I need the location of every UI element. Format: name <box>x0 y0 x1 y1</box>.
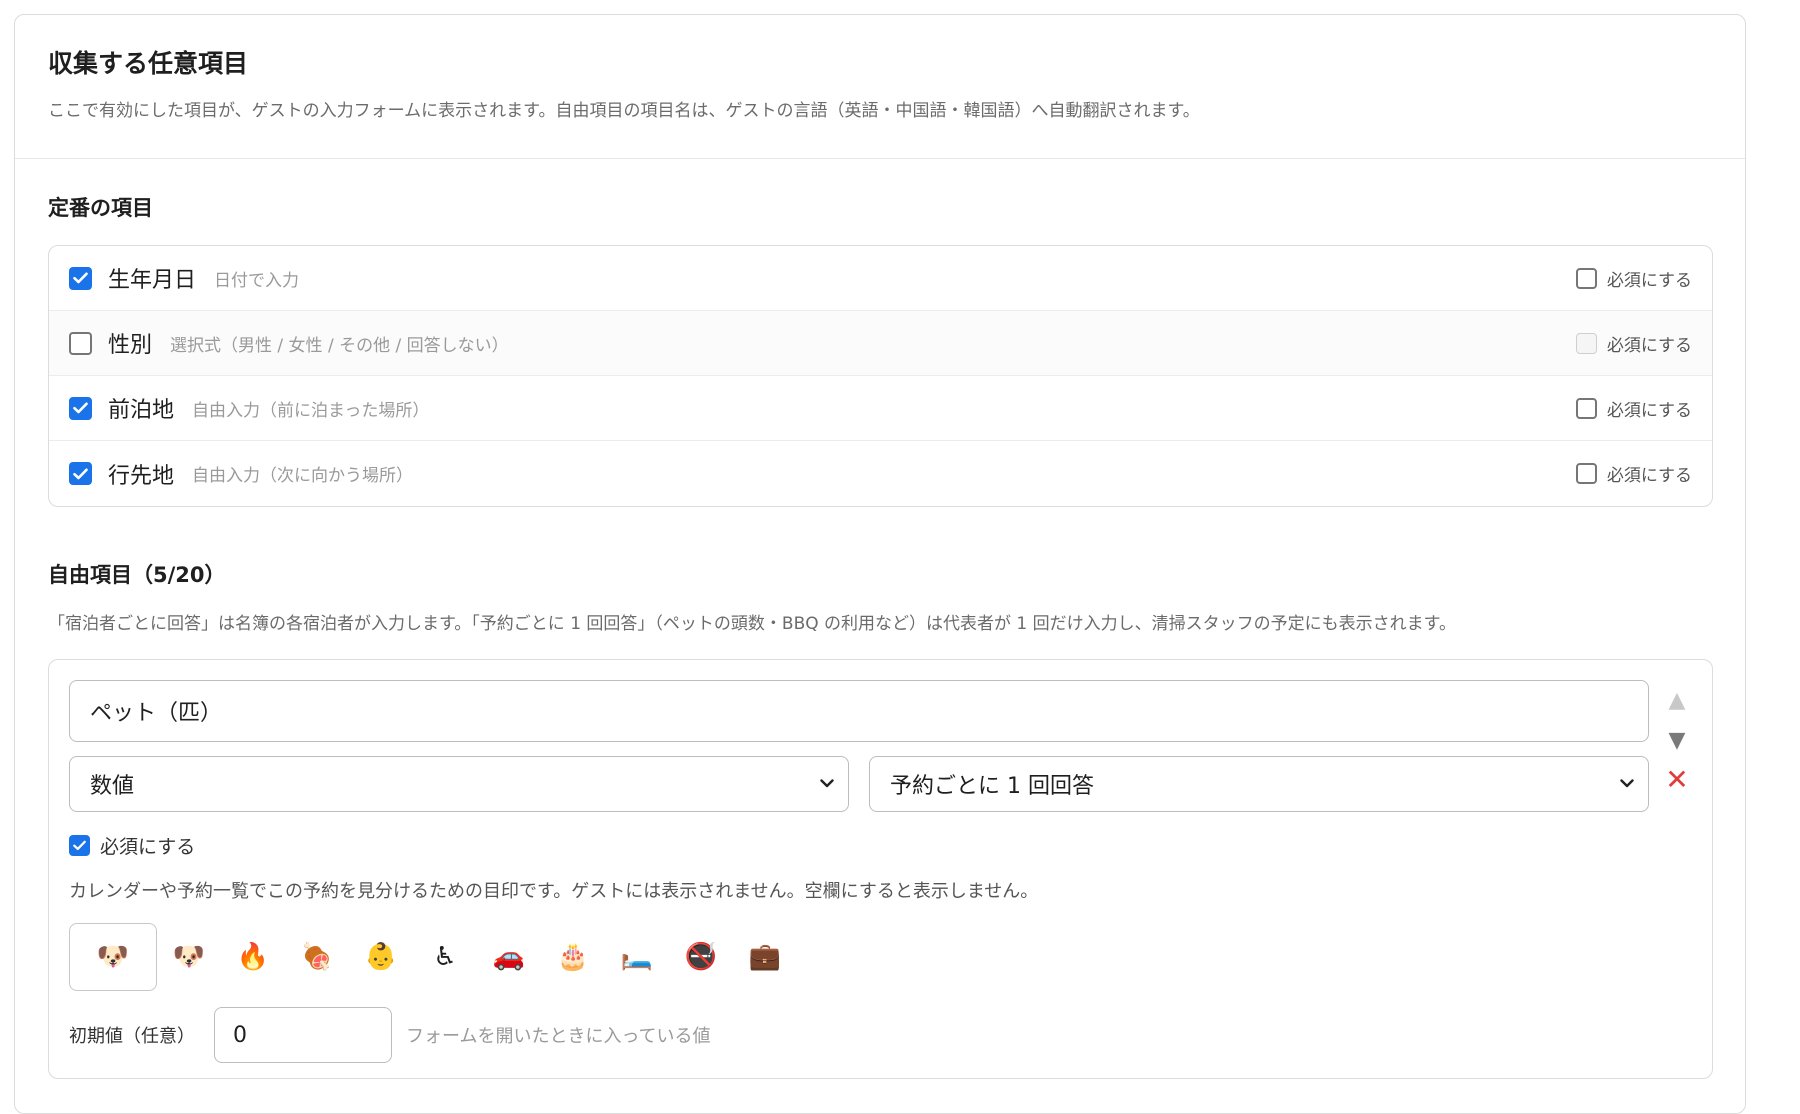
required-checkbox-previous-stay[interactable] <box>1575 397 1597 419</box>
standard-item-next-destination: 行先地 自由入力（次に向かう場所） 必須にする <box>49 441 1712 506</box>
item-required-checkbox[interactable] <box>69 835 90 856</box>
card-body: 定番の項目 生年月日 日付で入力 必須にする 性別 選択式（男性 / 女性 / … <box>15 192 1745 1079</box>
chevron-down-icon <box>1620 776 1634 792</box>
emoji-option-bed[interactable]: 🛏️ <box>605 942 669 972</box>
page-title: 収集する任意項目 <box>48 49 249 78</box>
default-value-label: 初期値（任意） <box>69 1026 195 1047</box>
default-value-input[interactable] <box>214 1007 392 1063</box>
standard-item-previous-stay: 前泊地 自由入力（前に泊まった場所） 必須にする <box>49 376 1712 441</box>
item-side-controls: ▲ ▼ ✕ <box>1662 690 1692 794</box>
scope-select[interactable]: 予約ごとに 1 回回答 <box>869 756 1649 812</box>
page-description: ここで有効にした項目が、ゲストの入力フォームに表示されます。自由項目の項目名は、… <box>48 101 1200 121</box>
selected-emoji[interactable]: 🐶 <box>69 923 157 991</box>
delete-icon[interactable]: ✕ <box>1665 766 1688 794</box>
type-select[interactable]: 数値 <box>69 756 849 812</box>
item-name-input[interactable] <box>69 680 1649 742</box>
required-checkbox-gender <box>1575 332 1597 354</box>
standard-item-label: 生年月日 <box>108 268 197 293</box>
enable-checkbox-birthdate[interactable] <box>69 266 92 290</box>
item-selects: 数値 予約ごとに 1 回回答 <box>69 756 1692 812</box>
emoji-picker: 🐶 🐶 🔥 🍖 👶 ♿ 🚗 🎂 🛏️ 🚭 💼 <box>69 923 1692 991</box>
required-label: 必須にする <box>1606 400 1692 421</box>
standard-item-hint: 自由入力（次に向かう場所） <box>192 466 414 486</box>
emoji-option-cake[interactable]: 🎂 <box>541 942 605 972</box>
marker-description: カレンダーや予約一覧でこの予約を見分けるための目印です。ゲストには表示されません… <box>69 881 1039 902</box>
standard-section-title: 定番の項目 <box>48 196 153 220</box>
emoji-option-meat[interactable]: 🍖 <box>285 942 349 972</box>
free-item-card: ▲ ▼ ✕ 数値 予約ごとに 1 回回答 <box>48 659 1713 1079</box>
standard-items-list: 生年月日 日付で入力 必須にする 性別 選択式（男性 / 女性 / その他 / … <box>48 245 1713 507</box>
item-required-row: 必須にする <box>69 832 1692 859</box>
standard-item-gender: 性別 選択式（男性 / 女性 / その他 / 回答しない） 必須にする <box>49 311 1712 376</box>
type-select-value: 数値 <box>90 774 135 799</box>
standard-item-birthdate: 生年月日 日付で入力 必須にする <box>49 246 1712 311</box>
move-up-icon[interactable]: ▲ <box>1669 690 1686 712</box>
emoji-option-dog[interactable]: 🐶 <box>157 942 221 972</box>
optional-fields-card: 収集する任意項目 ここで有効にした項目が、ゲストの入力フォームに表示されます。自… <box>14 14 1746 1114</box>
enable-checkbox-previous-stay[interactable] <box>69 396 92 420</box>
standard-item-hint: 選択式（男性 / 女性 / その他 / 回答しない） <box>170 335 509 356</box>
scope-select-value: 予約ごとに 1 回回答 <box>890 774 1094 799</box>
enable-checkbox-gender[interactable] <box>69 331 92 355</box>
emoji-option-wheelchair[interactable]: ♿ <box>413 942 477 972</box>
emoji-option-fire[interactable]: 🔥 <box>221 942 285 972</box>
item-required-label: 必須にする <box>100 836 196 858</box>
required-label: 必須にする <box>1606 466 1692 486</box>
emoji-option-baby[interactable]: 👶 <box>349 942 413 972</box>
standard-item-hint: 日付で入力 <box>214 270 300 291</box>
standard-item-label: 前泊地 <box>108 398 175 423</box>
standard-item-label: 性別 <box>108 333 153 358</box>
enable-checkbox-next-destination[interactable] <box>69 462 92 485</box>
free-section-title: 自由項目（5/20） <box>48 563 226 587</box>
required-checkbox-birthdate[interactable] <box>1575 267 1597 289</box>
emoji-option-luggage[interactable]: 💼 <box>733 942 797 972</box>
default-value-row: 初期値（任意） フォームを開いたときに入っている値 <box>69 1007 1692 1063</box>
default-value-hint: フォームを開いたときに入っている値 <box>406 1026 711 1047</box>
free-section-description: 「宿泊者ごとに回答」は名簿の各宿泊者が入力します。「予約ごとに 1 回回答」（ペ… <box>48 614 1456 634</box>
required-checkbox-next-destination[interactable] <box>1575 463 1597 484</box>
chevron-down-icon <box>820 776 834 792</box>
card-header: 収集する任意項目 ここで有効にした項目が、ゲストの入力フォームに表示されます。自… <box>15 15 1745 159</box>
standard-item-label: 行先地 <box>108 463 175 489</box>
emoji-option-car[interactable]: 🚗 <box>477 942 541 972</box>
required-label: 必須にする <box>1606 270 1692 291</box>
emoji-option-no-smoking[interactable]: 🚭 <box>669 942 733 972</box>
standard-item-hint: 自由入力（前に泊まった場所） <box>192 400 430 421</box>
move-down-icon[interactable]: ▼ <box>1669 730 1686 752</box>
required-label: 必須にする <box>1606 335 1692 356</box>
